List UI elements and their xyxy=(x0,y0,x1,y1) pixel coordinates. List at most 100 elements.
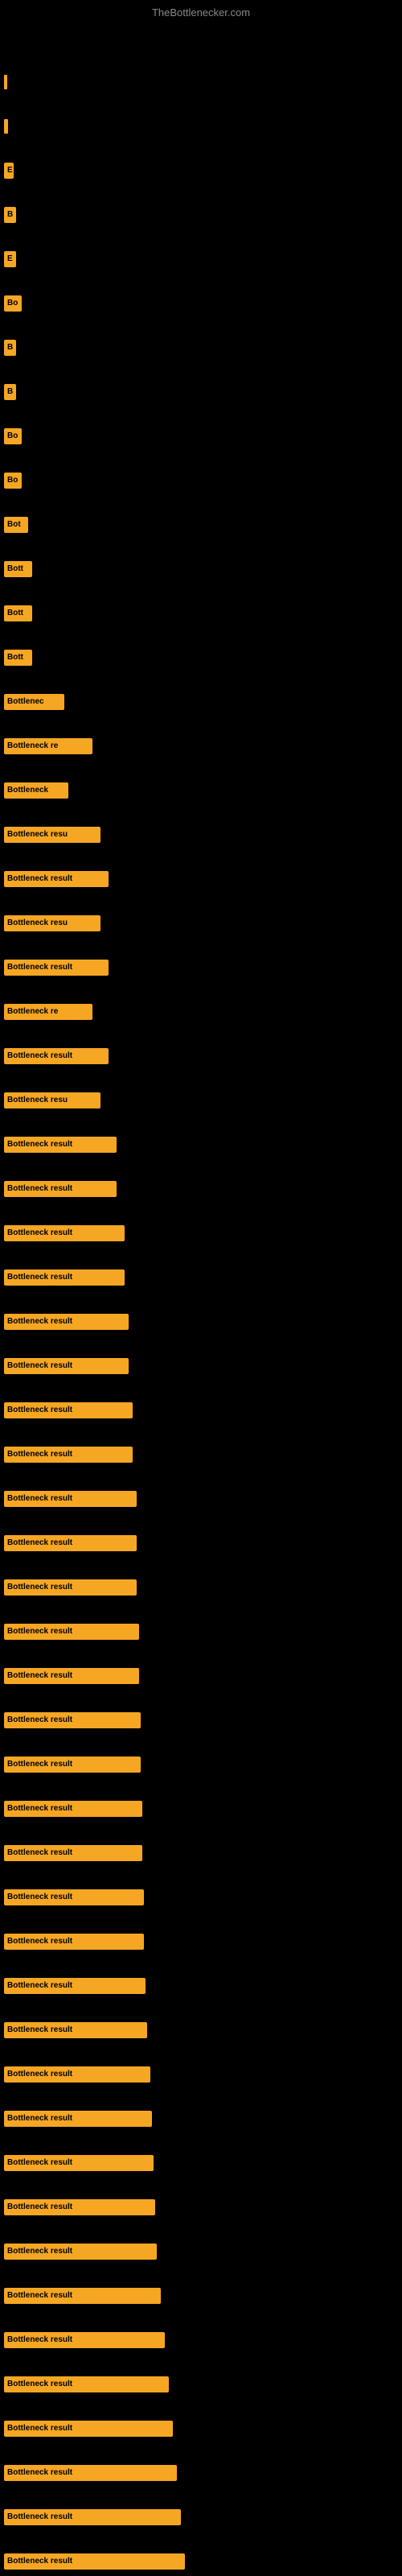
bar-label: Bottleneck result xyxy=(4,2553,185,2570)
bar-label: B xyxy=(4,340,16,356)
bar-label: Bottleneck result xyxy=(4,1447,133,1463)
bar-label: Bottleneck resu xyxy=(4,1092,100,1108)
bar-label: Bottleneck result xyxy=(4,1668,139,1684)
bar-label: Bottleneck result xyxy=(4,2376,169,2392)
bar-row: Bottleneck result xyxy=(4,2198,155,2217)
bar-label: Bottleneck result xyxy=(4,1402,133,1418)
bar-row: Bottleneck result xyxy=(4,1578,137,1597)
bar-row: Bottleneck result xyxy=(4,2153,154,2173)
bar-label: Bottleneck result xyxy=(4,2066,150,2083)
bar-label: Bottleneck result xyxy=(4,1314,129,1330)
bar-row: Bottleneck result xyxy=(4,2508,181,2527)
bar-stub xyxy=(4,75,7,89)
bar-row: Bottleneck result xyxy=(4,1046,109,1066)
bar-row: Bottleneck result xyxy=(4,1224,125,1243)
bar-label: Bottleneck resu xyxy=(4,827,100,843)
bar-row: Bottleneck result xyxy=(4,1843,142,1863)
bar-label: Bottleneck result xyxy=(4,1978,146,1994)
bar-row: Bott xyxy=(4,604,32,623)
bar-row: Bottleneck resu xyxy=(4,914,100,933)
bar-row: Bottleneck result xyxy=(4,1666,139,1686)
bar-label: Bottleneck resu xyxy=(4,915,100,931)
bar-label: Bottleneck result xyxy=(4,2199,155,2215)
bar-label: Bottleneck result xyxy=(4,1845,142,1861)
bar-label: Bottleneck result xyxy=(4,1757,141,1773)
bar-label: Bottleneck result xyxy=(4,1269,125,1286)
bar-row: Bottleneck result xyxy=(4,1976,146,1996)
bar-row: Bottleneck result xyxy=(4,1445,133,1464)
bar-label: Bottleneck xyxy=(4,782,68,799)
bar-row: Bottlenec xyxy=(4,692,64,712)
bar-row: Bottleneck result xyxy=(4,1135,117,1154)
bar-row: Bo xyxy=(4,427,22,446)
bar-row: Bottleneck result xyxy=(4,2419,173,2438)
bar-row: Bottleneck result xyxy=(4,1312,129,1331)
bar-row: Bottleneck result xyxy=(4,1489,137,1509)
bar-label: E xyxy=(4,163,14,179)
bar-label: E xyxy=(4,251,16,267)
bar-label: Bottleneck result xyxy=(4,1225,125,1241)
bar-row: Bottleneck result xyxy=(4,2109,152,2128)
bar-label: Bot xyxy=(4,517,28,533)
bar-label: Bottlenec xyxy=(4,694,64,710)
bar-label: Bottleneck result xyxy=(4,871,109,887)
bar-row: Bottleneck result xyxy=(4,1622,139,1641)
bar-row: Bottleneck result xyxy=(4,869,109,889)
bar-label: Bott xyxy=(4,605,32,621)
bar-row: Bott xyxy=(4,559,32,579)
bar-row: Bottleneck result xyxy=(4,2552,185,2571)
bar-label: Bottleneck result xyxy=(4,960,109,976)
bar-row: Bottleneck result xyxy=(4,2021,147,2040)
bar-row: Bottleneck result xyxy=(4,2463,177,2483)
bar-row: Bottleneck result xyxy=(4,958,109,977)
bar-label: Bottleneck result xyxy=(4,2332,165,2348)
bar-row: Bottleneck result xyxy=(4,1401,133,1420)
site-title: TheBottlenecker.com xyxy=(152,6,250,19)
bar-label: Bottleneck result xyxy=(4,2244,157,2260)
bar-row: Bottleneck result xyxy=(4,1711,141,1730)
bar-row: Bottleneck resu xyxy=(4,825,100,844)
bar-row: Bottleneck result xyxy=(4,1534,137,1553)
bar-row: Bo xyxy=(4,294,22,313)
bar-label: Bottleneck result xyxy=(4,1712,141,1728)
bar-label: Bo xyxy=(4,295,22,312)
bar-label: Bottleneck result xyxy=(4,2465,177,2481)
bar-row: E xyxy=(4,250,16,269)
bar-row: Bottleneck result xyxy=(4,1932,144,1951)
bar-row: Bottleneck result xyxy=(4,2065,150,2084)
bar-row xyxy=(4,117,8,136)
bar-label: Bottleneck result xyxy=(4,1535,137,1551)
bar-label: Bott xyxy=(4,561,32,577)
bar-row: Bottleneck re xyxy=(4,737,92,756)
bar-row: B xyxy=(4,338,16,357)
bar-row xyxy=(4,72,7,92)
bar-row: Bottleneck re xyxy=(4,1002,92,1022)
bar-label: Bottleneck result xyxy=(4,2155,154,2171)
bar-label: Bott xyxy=(4,650,32,666)
bar-row: Bot xyxy=(4,515,28,535)
bar-label: Bottleneck result xyxy=(4,1579,137,1596)
bar-label: Bottleneck result xyxy=(4,2288,161,2304)
bar-label: Bottleneck result xyxy=(4,2509,181,2525)
bar-label: Bottleneck result xyxy=(4,1624,139,1640)
bar-row: Bottleneck xyxy=(4,781,68,800)
bar-row: Bottleneck result xyxy=(4,2286,161,2306)
bar-label: Bottleneck result xyxy=(4,2022,147,2038)
bar-row: B xyxy=(4,382,16,402)
bar-row: Bottleneck result xyxy=(4,1268,125,1287)
bar-row: Bo xyxy=(4,471,22,490)
bar-row: Bottleneck result xyxy=(4,2242,157,2261)
bar-label: Bottleneck result xyxy=(4,1048,109,1064)
bar-row: Bottleneck result xyxy=(4,1888,144,1907)
bar-row: Bottleneck result xyxy=(4,1179,117,1199)
bar-label: Bo xyxy=(4,428,22,444)
bar-label: B xyxy=(4,207,16,223)
bar-label: B xyxy=(4,384,16,400)
bar-row: Bottleneck result xyxy=(4,1356,129,1376)
bar-label: Bottleneck result xyxy=(4,1358,129,1374)
bar-label: Bottleneck result xyxy=(4,1181,117,1197)
bar-label: Bottleneck result xyxy=(4,1491,137,1507)
bar-label: Bottleneck result xyxy=(4,1889,144,1905)
bar-label: Bottleneck re xyxy=(4,1004,92,1020)
bar-label: Bottleneck result xyxy=(4,1801,142,1817)
